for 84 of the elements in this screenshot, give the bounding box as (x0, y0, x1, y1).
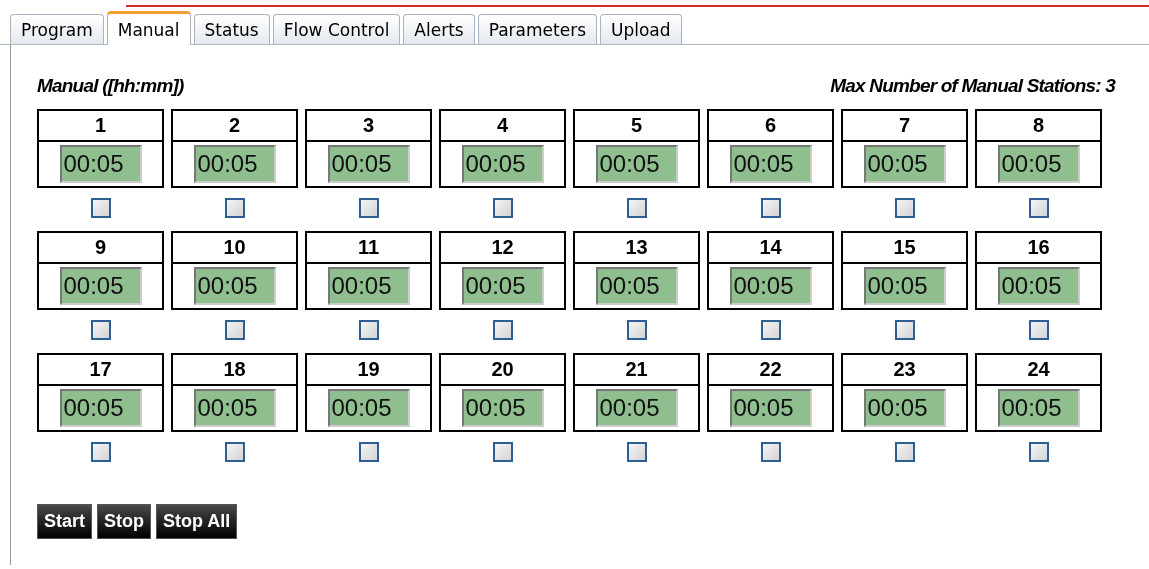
section-heading: Manual ([hh:mm]) (37, 75, 184, 97)
station-checkbox[interactable] (224, 442, 245, 462)
duration-field[interactable]: 00:05 (193, 389, 276, 427)
station-number: 14 (709, 233, 832, 264)
max-stations-label: Max Number of Manual Stations: 3 (830, 75, 1115, 97)
station-number: 21 (575, 355, 698, 386)
duration-field[interactable]: 00:05 (59, 389, 142, 427)
station-number: 3 (307, 111, 430, 142)
station-checkbox[interactable] (90, 198, 111, 218)
station-checkbox[interactable] (760, 320, 781, 340)
station-checkbox[interactable] (626, 198, 647, 218)
tab[interactable]: Alerts (403, 14, 475, 44)
action-button[interactable]: Start (37, 504, 92, 539)
station-checkbox[interactable] (90, 442, 111, 462)
duration-field[interactable]: 00:05 (729, 145, 812, 183)
duration-field[interactable]: 00:05 (461, 267, 544, 305)
action-button[interactable]: Stop All (156, 504, 238, 539)
station-checkbox[interactable] (894, 442, 915, 462)
action-button[interactable]: Stop (97, 504, 151, 539)
duration-field[interactable]: 00:05 (327, 389, 410, 427)
station-number: 23 (843, 355, 966, 386)
duration-field[interactable]: 00:05 (327, 267, 410, 305)
station-number: 1 (39, 111, 162, 142)
station-checkbox[interactable] (358, 198, 379, 218)
duration-field[interactable]: 00:05 (997, 145, 1080, 183)
tab[interactable]: Program (10, 14, 104, 44)
duration-field[interactable]: 00:05 (997, 389, 1080, 427)
station-number: 20 (441, 355, 564, 386)
station-checkbox[interactable] (224, 198, 245, 218)
duration-field[interactable]: 00:05 (863, 267, 946, 305)
tab[interactable]: Status (193, 14, 270, 44)
station-checkbox[interactable] (626, 320, 647, 340)
duration-field[interactable]: 00:05 (729, 389, 812, 427)
station-checkbox[interactable] (894, 320, 915, 340)
station-checkbox[interactable] (358, 320, 379, 340)
station-number: 15 (843, 233, 966, 264)
station-number: 13 (575, 233, 698, 264)
station-number: 6 (709, 111, 832, 142)
station-number: 17 (39, 355, 162, 386)
station-checkbox[interactable] (1028, 198, 1049, 218)
station-checkbox[interactable] (90, 320, 111, 340)
duration-field[interactable]: 00:05 (595, 145, 678, 183)
duration-field[interactable]: 00:05 (327, 145, 410, 183)
tab[interactable]: Manual (106, 11, 191, 45)
station-number: 2 (173, 111, 296, 142)
duration-field[interactable]: 00:05 (863, 389, 946, 427)
station-checkbox[interactable] (224, 320, 245, 340)
station-number: 11 (307, 233, 430, 264)
station-number: 18 (173, 355, 296, 386)
tab[interactable]: Parameters (477, 14, 597, 44)
duration-field[interactable]: 00:05 (59, 267, 142, 305)
station-checkbox[interactable] (1028, 442, 1049, 462)
station-number: 7 (843, 111, 966, 142)
station-number: 12 (441, 233, 564, 264)
station-checkbox[interactable] (492, 198, 513, 218)
station-number: 10 (173, 233, 296, 264)
duration-field[interactable]: 00:05 (595, 389, 678, 427)
station-checkbox[interactable] (894, 198, 915, 218)
station-checkbox[interactable] (492, 442, 513, 462)
duration-field[interactable]: 00:05 (193, 267, 276, 305)
duration-field[interactable]: 00:05 (59, 145, 142, 183)
station-number: 8 (977, 111, 1100, 142)
station-checkbox[interactable] (760, 198, 781, 218)
station-number: 4 (441, 111, 564, 142)
station-number: 24 (977, 355, 1100, 386)
duration-field[interactable]: 00:05 (461, 145, 544, 183)
tab[interactable]: Upload (600, 14, 682, 44)
station-number: 9 (39, 233, 162, 264)
station-checkbox[interactable] (760, 442, 781, 462)
station-number: 19 (307, 355, 430, 386)
station-number: 5 (575, 111, 698, 142)
station-checkbox[interactable] (358, 442, 379, 462)
duration-field[interactable]: 00:05 (997, 267, 1080, 305)
station-number: 16 (977, 233, 1100, 264)
station-checkbox[interactable] (626, 442, 647, 462)
tab[interactable]: Flow Control (272, 14, 401, 44)
station-checkbox[interactable] (492, 320, 513, 340)
duration-field[interactable]: 00:05 (595, 267, 678, 305)
station-checkbox[interactable] (1028, 320, 1049, 340)
duration-field[interactable]: 00:05 (863, 145, 946, 183)
station-number: 22 (709, 355, 832, 386)
duration-field[interactable]: 00:05 (193, 145, 276, 183)
duration-field[interactable]: 00:05 (729, 267, 812, 305)
duration-field[interactable]: 00:05 (461, 389, 544, 427)
